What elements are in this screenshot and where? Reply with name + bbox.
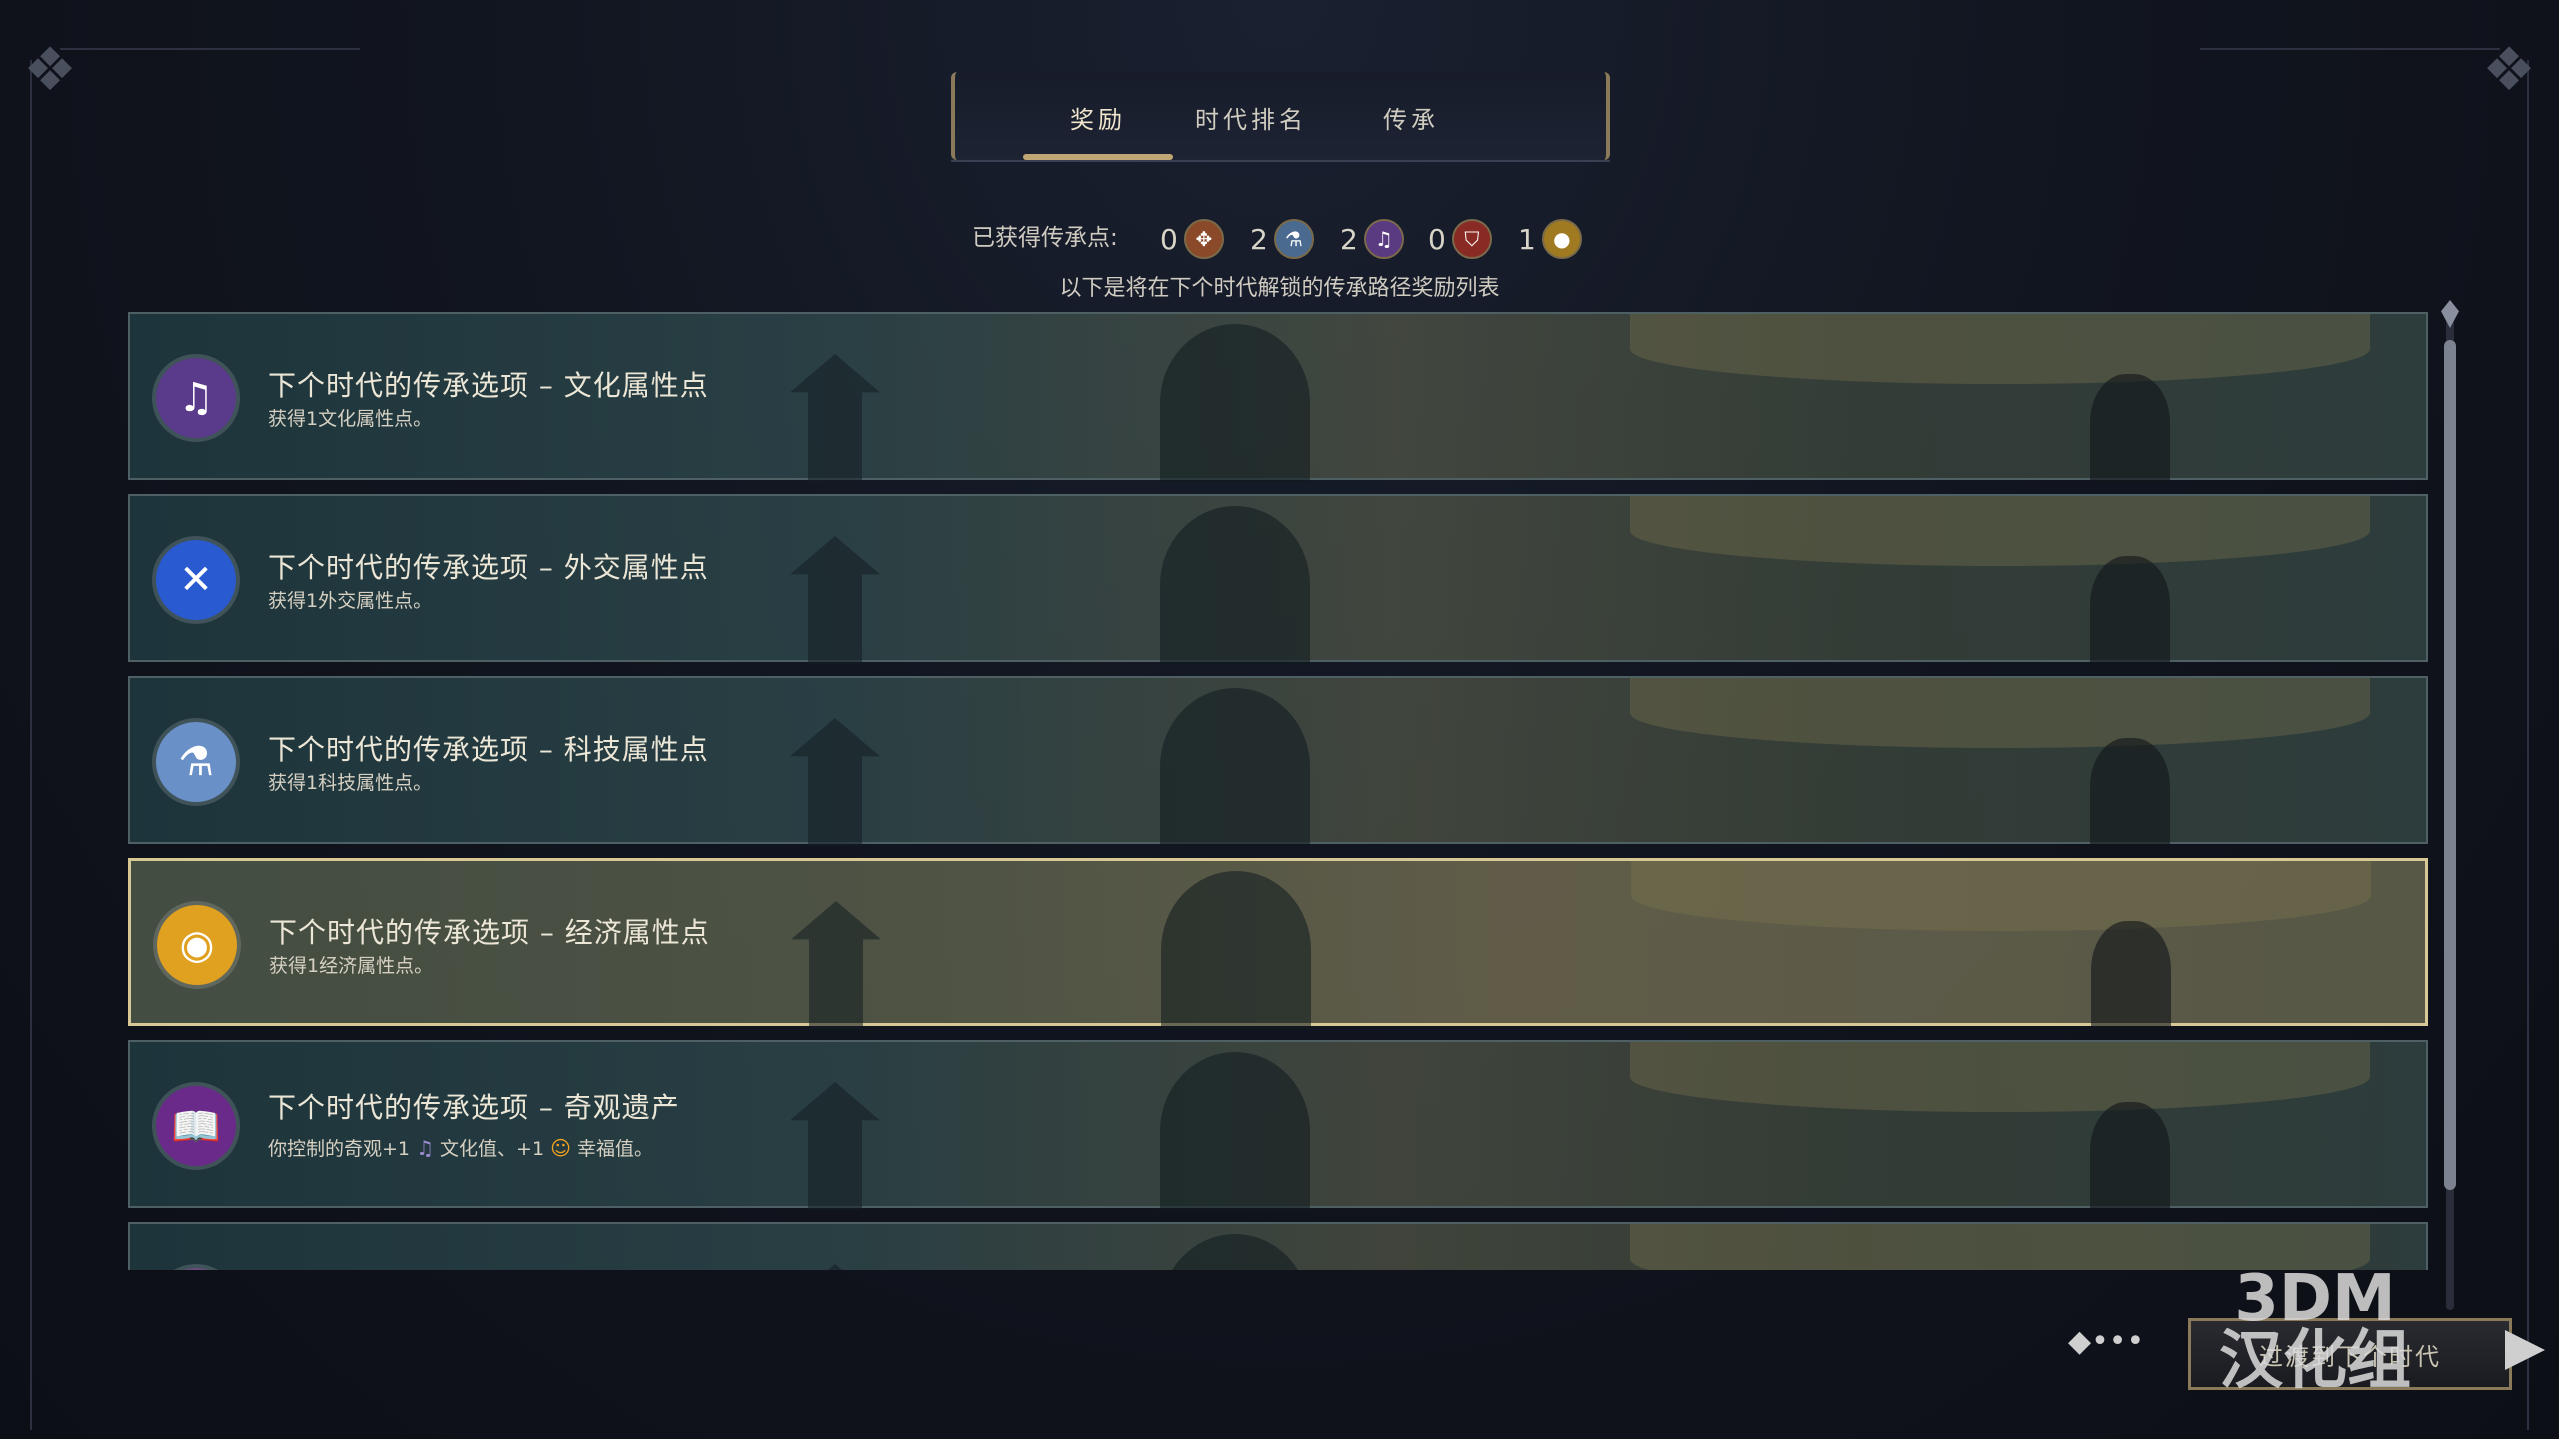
reward-card-culture[interactable]: ♫ 下个时代的传承选项 – 文化属性点 获得1文化属性点。	[128, 312, 2428, 482]
reward-desc: 获得1外交属性点。	[268, 590, 433, 612]
reward-card-partial[interactable]	[128, 1222, 2428, 1270]
points-military-shield: 0 ⛉	[1428, 219, 1492, 259]
culture-icon: ♫	[416, 1136, 434, 1160]
reward-title: 下个时代的传承选项 – 科技属性点	[268, 733, 709, 766]
scrollbar-thumb[interactable]	[2444, 340, 2456, 1190]
background-figure	[1160, 1234, 1310, 1270]
scrollbar-cap	[2441, 300, 2459, 328]
points-science: 2 ⚗	[1250, 219, 1314, 259]
reward-card-diplomacy[interactable]: ✕ 下个时代的传承选项 – 外交属性点 获得1外交属性点。	[128, 494, 2428, 664]
reward-desc: 获得1科技属性点。	[268, 772, 433, 794]
reward-desc-part: 你控制的奇观+1	[268, 1138, 411, 1160]
points-value: 0	[1160, 222, 1178, 256]
watermark-logo: 3DM 汉化组	[2219, 1262, 2411, 1398]
reward-desc: 你控制的奇观+1 ♫ 文化值、+1 ☺ 幸福值。	[268, 1134, 653, 1161]
reward-card-wonder[interactable]: 📖 下个时代的传承选项 – 奇观遗产 你控制的奇观+1 ♫ 文化值、+1 ☺ 幸…	[128, 1040, 2428, 1210]
science-icon: ⚗	[1273, 219, 1314, 259]
reward-card-economic[interactable]: ◉ 下个时代的传承选项 – 经济属性点 获得1经济属性点。	[128, 858, 2428, 1029]
culture-icon: ♫	[156, 358, 236, 438]
background-head	[2090, 738, 2170, 846]
tab-bracket-right	[1594, 72, 1610, 160]
diplomacy-icon: ✕	[156, 540, 236, 620]
background-tower	[790, 1082, 880, 1210]
reward-card-science[interactable]: ⚗ 下个时代的传承选项 – 科技属性点 获得1科技属性点。	[128, 676, 2428, 846]
reward-title: 下个时代的传承选项 – 外交属性点	[268, 551, 709, 584]
background-tower	[790, 536, 880, 664]
reward-icon	[156, 1268, 236, 1270]
tab-bracket-left	[951, 72, 967, 160]
background-figure	[1161, 871, 1311, 1029]
ornament-corner-icon: ❖	[23, 35, 77, 105]
ornament-corner-icon: ❖	[2482, 35, 2536, 105]
background-head	[2090, 374, 2170, 482]
active-tab-indicator	[1023, 154, 1173, 160]
points-economic: 1 ●	[1518, 219, 1582, 259]
background-umbrella	[1630, 314, 2370, 384]
reward-desc-part: 文化值、+1	[440, 1138, 545, 1160]
frame-left-line	[30, 60, 32, 1430]
background-umbrella	[1630, 496, 2370, 566]
rewards-subtitle: 以下是将在下个时代解锁的传承路径奖励列表	[1059, 276, 1500, 301]
wonder-book-icon: 📖	[156, 1086, 236, 1166]
reward-desc: 获得1文化属性点。	[268, 408, 433, 430]
background-figure	[1160, 1052, 1310, 1210]
frame-right-line	[2527, 60, 2529, 1430]
military-icon: ✥	[1183, 219, 1224, 259]
reward-title: 下个时代的传承选项 – 经济属性点	[269, 916, 710, 949]
frame-top-right-line	[2200, 48, 2500, 50]
reward-desc: 获得1经济属性点。	[269, 955, 434, 977]
military-shield-icon: ⛉	[1451, 219, 1492, 259]
background-figure	[1160, 324, 1310, 482]
points-military: 0 ✥	[1160, 219, 1224, 259]
background-tower	[790, 354, 880, 482]
background-umbrella	[1631, 861, 2371, 931]
economic-icon: ●	[1541, 219, 1582, 259]
points-value: 0	[1428, 222, 1446, 256]
background-tower	[791, 901, 881, 1029]
tab-bar: 奖励 时代排名 传承	[951, 72, 1610, 162]
background-head	[2090, 1102, 2170, 1210]
rewards-list[interactable]: ♫ 下个时代的传承选项 – 文化属性点 获得1文化属性点。 ✕ 下个时代的传承选…	[128, 312, 2432, 1270]
background-umbrella	[1630, 1042, 2370, 1112]
culture-icon: ♫	[1363, 219, 1404, 259]
tab-era-ranking[interactable]: 时代排名	[1151, 100, 1351, 140]
points-value: 2	[1250, 222, 1268, 256]
background-figure	[1160, 506, 1310, 664]
points-value: 1	[1518, 222, 1536, 256]
reward-title: 下个时代的传承选项 – 奇观遗产	[268, 1091, 680, 1124]
background-head	[2090, 556, 2170, 664]
economic-icon: ◉	[157, 905, 237, 985]
points-culture: 2 ♫	[1340, 219, 1404, 259]
reward-desc-part: 幸福值。	[577, 1138, 654, 1160]
reward-title: 下个时代的传承选项 – 文化属性点	[268, 369, 709, 402]
arrow-tail-icon: ◆•••	[2068, 1324, 2145, 1359]
frame-top-left-line	[60, 48, 360, 50]
arrow-head-icon	[2505, 1330, 2545, 1370]
science-icon: ⚗	[156, 722, 236, 802]
background-umbrella	[1630, 678, 2370, 748]
background-tower	[790, 718, 880, 846]
tab-legacy[interactable]: 传承	[1331, 100, 1491, 140]
happiness-icon: ☺	[550, 1136, 571, 1160]
background-head	[2091, 921, 2171, 1029]
background-tower	[790, 1264, 880, 1270]
legacy-points-label: 已获得传承点:	[972, 225, 1118, 251]
background-figure	[1160, 688, 1310, 846]
points-value: 2	[1340, 222, 1358, 256]
